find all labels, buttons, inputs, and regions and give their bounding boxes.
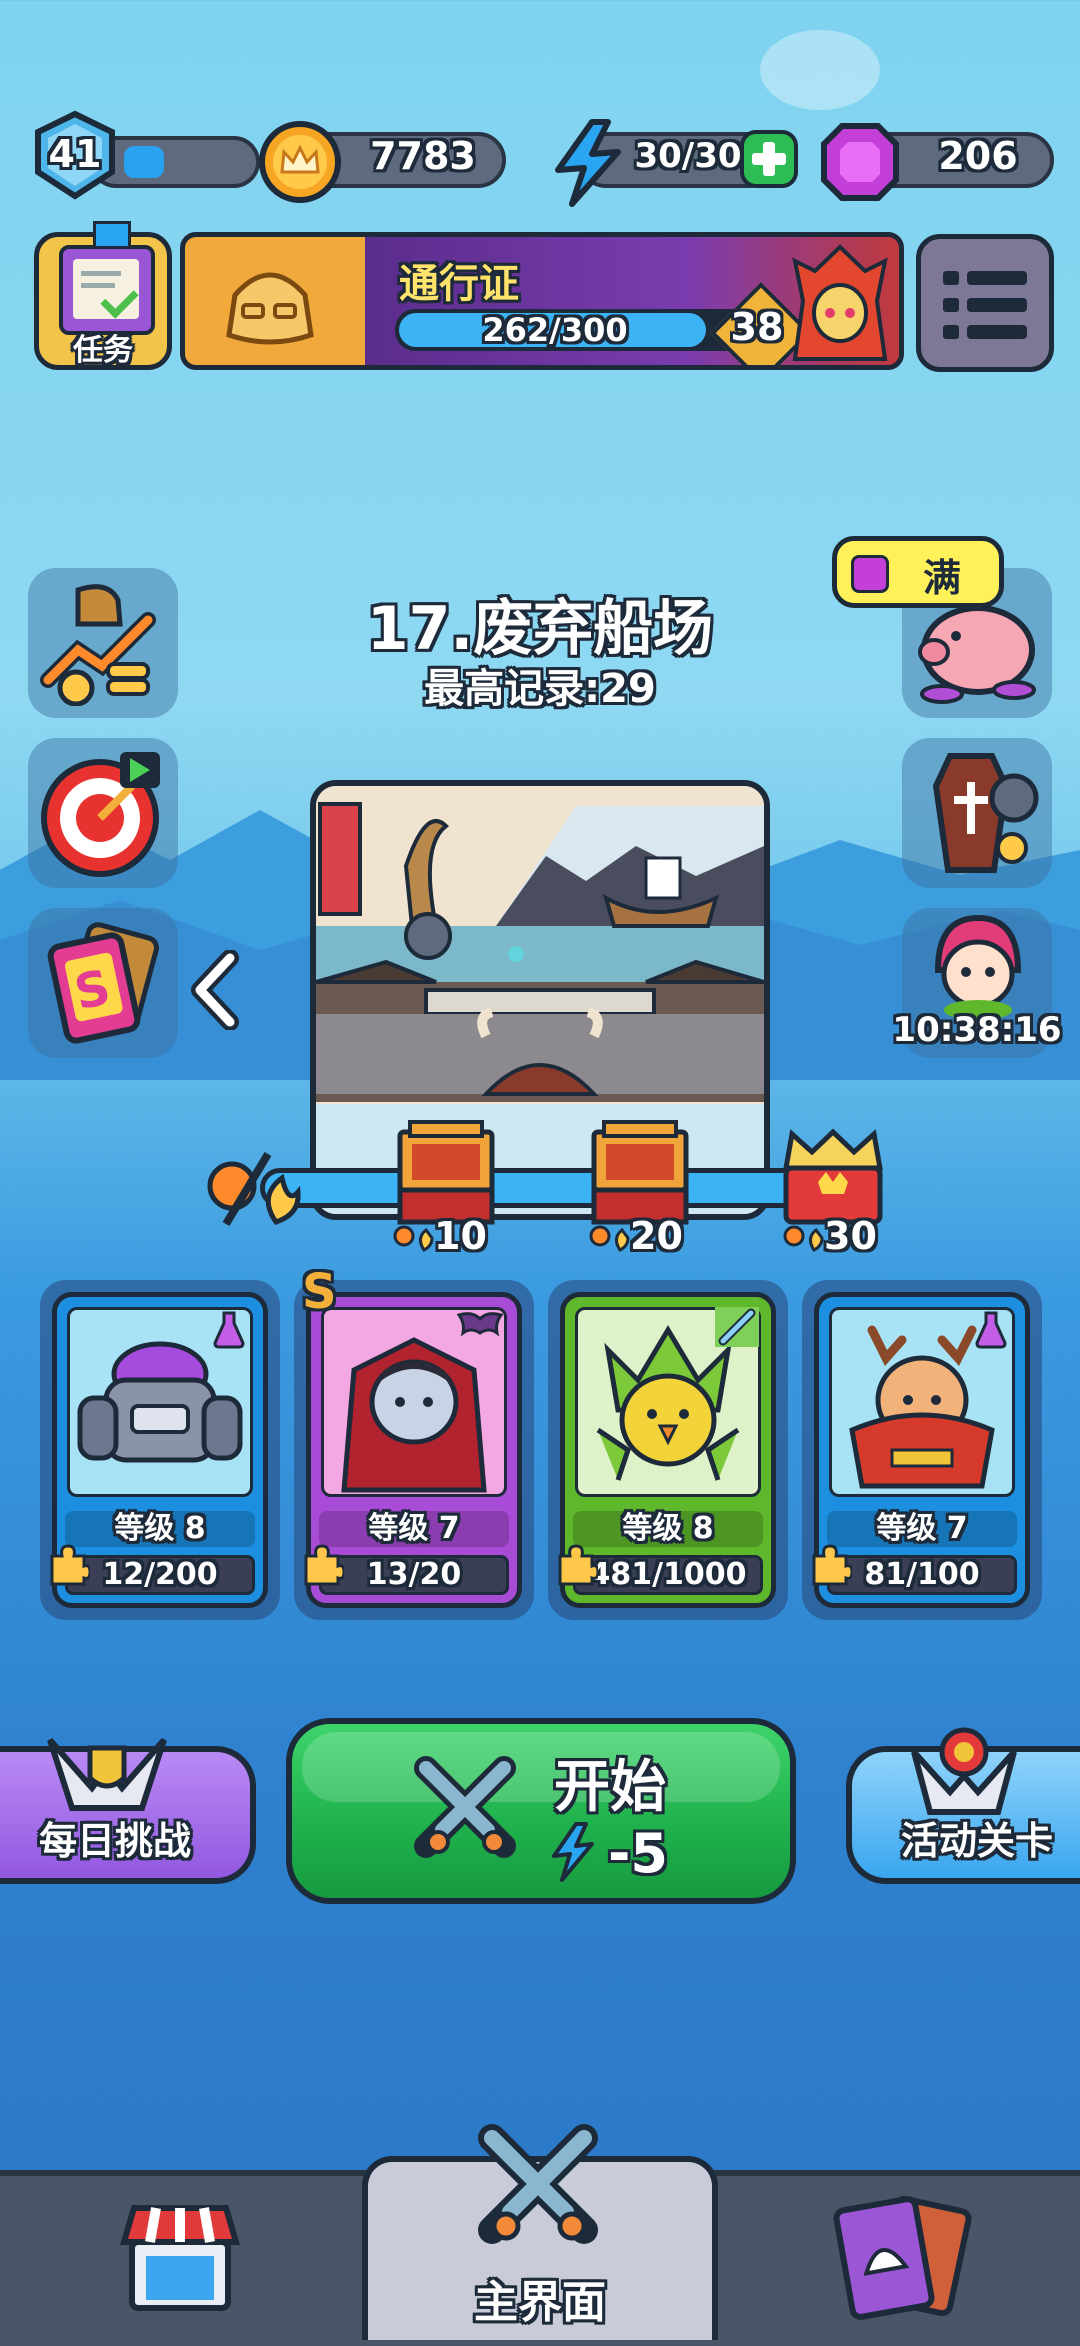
milestone-label: 10 (392, 1212, 522, 1262)
pass-level: 38 (730, 305, 784, 349)
coffin-button[interactable] (902, 738, 1052, 888)
puzzle-piece-icon (558, 1544, 598, 1586)
hero-level: 等级 7 (319, 1511, 509, 1547)
crown-icon (93, 221, 131, 249)
hero-card-slot[interactable]: 等级 7 13/20 S (294, 1264, 534, 1620)
nav-cards-tab[interactable] (720, 2176, 1080, 2340)
previous-stage-arrow[interactable] (186, 949, 246, 1031)
shop-icon (119, 2205, 241, 2311)
piggy-status: 满 (922, 556, 961, 600)
hero-level: 等级 8 (573, 1511, 763, 1547)
add-energy-button[interactable] (740, 130, 798, 188)
hero-level: 等级 7 (827, 1511, 1017, 1547)
event-timer: 10:38:16 (892, 1010, 1062, 1050)
energy-amount: 30/30 (634, 136, 742, 176)
pass-bag-icon (226, 272, 314, 345)
bat-icon (457, 1312, 503, 1337)
event-stage-button[interactable]: 活动关卡 (846, 1727, 1080, 1884)
start-button[interactable]: 开始 -5 (286, 1718, 796, 1904)
nav-main-label: 主界面 (474, 2277, 606, 2328)
hero-shard-progress: 81/100 (827, 1555, 1017, 1595)
pass-hero-portrait (792, 244, 888, 361)
potion-icon (975, 1311, 1007, 1349)
hero-shard-progress: 12/200 (65, 1555, 255, 1595)
milestone-value: 30 (824, 1214, 877, 1258)
menu-button[interactable] (916, 234, 1054, 372)
day-night-icon (393, 1225, 434, 1252)
gem-counter[interactable]: 206 (818, 120, 1058, 204)
s-card-button[interactable]: S (28, 908, 178, 1058)
day-night-icon (589, 1225, 630, 1252)
target-play-icon (41, 752, 160, 877)
event-stage-label: 活动关卡 (900, 1819, 1053, 1863)
crown-coin-icon (259, 121, 341, 203)
potion-icon (213, 1311, 245, 1349)
cards-icon (833, 2195, 972, 2320)
s-card-icon: S (47, 922, 159, 1044)
hero-rank-badge: S (302, 1264, 337, 1320)
coffin-icon (932, 753, 1039, 873)
milestone-value: 20 (630, 1214, 683, 1258)
milestone-label: 30 (782, 1212, 912, 1262)
hero-shard-progress: 13/20 (319, 1555, 509, 1595)
coin-counter[interactable]: 7783 (258, 120, 508, 203)
player-level: 41 (48, 132, 102, 176)
nav-shop-tab[interactable] (0, 2176, 360, 2340)
pass-ticket (185, 237, 365, 365)
chevron-left-icon (191, 949, 239, 1031)
puzzle-piece-icon (812, 1544, 852, 1586)
puzzle-piece-icon (50, 1544, 90, 1586)
puzzle-piece-icon (304, 1544, 344, 1586)
target-ads-button[interactable] (28, 738, 178, 888)
start-cost: -5 (608, 1822, 668, 1885)
crossed-swords-icon (414, 1756, 516, 1858)
shield-wings-icon (47, 1738, 167, 1811)
day-night-icon (783, 1225, 824, 1252)
milestone-value: 10 (434, 1214, 487, 1258)
pass-progress-text: 262/300 (482, 311, 628, 349)
lightning-icon (555, 119, 621, 207)
piggy-status-bubble: 满 (832, 536, 1004, 608)
pink-hero-icon (934, 914, 1022, 1020)
nav-main-tab[interactable]: 主界面 (362, 2124, 718, 2340)
start-label: 开始 (554, 1755, 666, 1820)
hero-card-slot[interactable]: 等级 8 12/200 (40, 1280, 280, 1620)
stage-title: 17.废弃船场 (366, 594, 714, 664)
energy-counter[interactable]: 30/30 (548, 118, 808, 208)
daily-challenge-button[interactable]: 每日挑战 (0, 1738, 256, 1884)
tasks-label: 任务 (73, 333, 133, 368)
gem-amount: 206 (938, 134, 1018, 178)
player-level-badge[interactable]: 41 (30, 110, 260, 200)
hero-card-slot[interactable]: 等级 8 481/1000 (548, 1280, 788, 1620)
money-chart-icon (40, 584, 156, 706)
lightning-icon (552, 1822, 594, 1882)
hero-card-slot[interactable]: 等级 7 81/100 (802, 1280, 1042, 1620)
cloud (760, 30, 880, 110)
coin-amount: 7783 (370, 134, 476, 178)
task-clipboard-icon (59, 245, 155, 335)
pass-progress-bar: 262/300 (395, 309, 755, 351)
start-button-shine (302, 1732, 780, 1802)
offline-rewards-button[interactable] (28, 568, 178, 718)
tasks-button[interactable]: 任务 (34, 221, 172, 370)
crossed-swords-icon (478, 2124, 598, 2244)
list-menu-icon (943, 271, 1027, 339)
stage-preview[interactable] (310, 780, 770, 1220)
event-emblem-icon (911, 1727, 1017, 1815)
battle-pass-banner[interactable]: 通行证 262/300 38 (180, 232, 904, 370)
sword-icon (718, 1308, 756, 1346)
shipyard-scene (316, 786, 764, 1214)
day-night-icon (207, 1151, 301, 1227)
hero-level: 等级 8 (65, 1511, 255, 1547)
gem-icon (851, 555, 889, 593)
pass-title: 通行证 (399, 261, 519, 307)
hero-shard-progress: 481/1000 (573, 1555, 763, 1595)
gem-icon (821, 123, 899, 201)
sword-badge (715, 1307, 759, 1347)
daily-challenge-label: 每日挑战 (38, 1819, 191, 1863)
milestone-label: 20 (588, 1212, 718, 1262)
stage-best-record: 最高记录:29 (424, 666, 656, 712)
